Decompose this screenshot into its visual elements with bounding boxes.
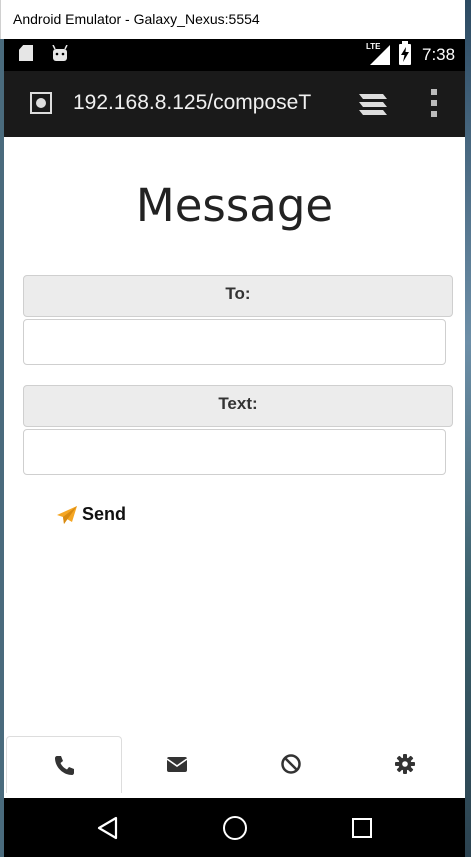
text-label: Text: <box>23 385 453 427</box>
bottom-tab-bar <box>4 736 465 798</box>
recent-apps-icon[interactable] <box>352 818 372 838</box>
gear-icon <box>395 754 415 774</box>
url-bar[interactable]: 192.168.8.125/composeT <box>73 91 330 115</box>
phone-icon <box>55 756 74 775</box>
android-navigation-bar <box>4 798 465 857</box>
envelope-icon <box>166 757 188 772</box>
window-title: Android Emulator - Galaxy_Nexus:5554 <box>13 11 260 27</box>
desktop-background <box>465 0 471 857</box>
status-bar: LTE 7:38 <box>4 39 465 71</box>
back-icon[interactable] <box>96 816 120 840</box>
to-label: To: <box>23 275 453 317</box>
to-input[interactable] <box>23 319 446 365</box>
sd-card-icon <box>19 45 33 61</box>
tab-phone[interactable] <box>6 736 122 793</box>
android-debug-icon <box>52 45 68 61</box>
page-title: Message <box>135 179 334 232</box>
tab-blocked[interactable] <box>234 736 348 792</box>
paper-plane-icon <box>57 505 77 524</box>
signal-icon <box>370 45 390 65</box>
tab-messages[interactable] <box>120 736 234 792</box>
tab-settings[interactable] <box>348 736 462 792</box>
overflow-menu-icon[interactable] <box>430 89 438 119</box>
text-input[interactable] <box>23 429 446 475</box>
ban-icon <box>281 754 301 774</box>
browser-toolbar: 192.168.8.125/composeT <box>4 71 465 137</box>
tabs-icon[interactable] <box>357 92 389 118</box>
send-label: Send <box>82 504 127 524</box>
site-info-icon[interactable] <box>30 92 52 114</box>
status-clock: 7:38 <box>422 45 456 64</box>
send-button[interactable]: Send <box>56 504 126 525</box>
emulator-window-titlebar[interactable]: Android Emulator - Galaxy_Nexus:5554 <box>0 0 465 39</box>
home-icon[interactable] <box>223 816 247 840</box>
battery-charging-icon <box>399 41 411 65</box>
page-content: Message To: Text: Send <box>4 137 465 798</box>
